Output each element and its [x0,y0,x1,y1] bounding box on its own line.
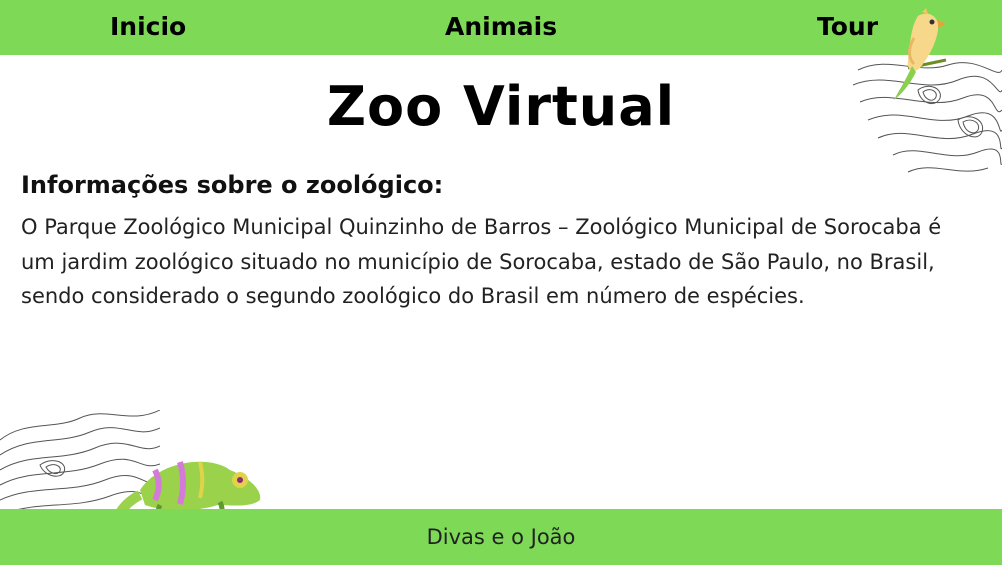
footer-credits: Divas e o João [426,525,576,549]
footer: Divas e o João [0,509,1002,565]
page-title: Zoo Virtual [326,75,676,138]
top-navigation: Inicio Animais Tour [0,0,1002,55]
info-heading: Informações sobre o zoológico: [21,171,444,199]
nav-link-tour[interactable]: Tour [817,10,878,44]
nav-link-inicio[interactable]: Inicio [110,10,186,44]
nav-link-animais[interactable]: Animais [445,10,557,44]
info-paragraph: O Parque Zoológico Municipal Quinzinho d… [21,215,942,308]
